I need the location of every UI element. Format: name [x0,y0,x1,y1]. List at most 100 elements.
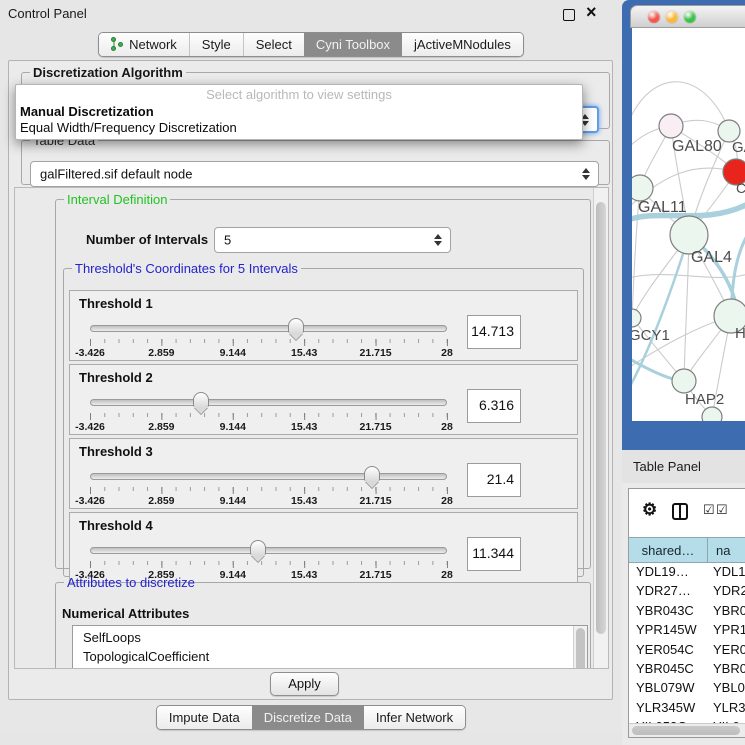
slider-thumb[interactable] [288,318,304,333]
tab-discretize-data[interactable]: Discretize Data [252,706,364,729]
popup-option-manual-discretization[interactable]: Manual Discretization [20,104,154,119]
tab-network[interactable]: Network [99,33,189,56]
cell-shared-name: YBR043C [636,603,694,618]
threshold-label: Threshold 2 [79,370,153,385]
combo-arrows-icon [582,168,591,180]
float-window-icon[interactable] [563,9,575,21]
tick-label: 2.859 [148,495,174,507]
threshold-value-field[interactable]: 21.4 [467,463,521,497]
number-of-intervals-combobox[interactable]: 5 [214,227,451,253]
numerical-attributes-label: Numerical Attributes [62,606,189,621]
close-icon[interactable]: × [586,2,597,23]
threshold-panel-4: Threshold 4-3.4262.8599.14415.4321.71528… [69,512,578,583]
tab-jactivemnodules[interactable]: jActiveMNodules [402,33,523,56]
tab-select[interactable]: Select [243,33,304,56]
tab-label: Network [129,37,177,52]
attribute-item[interactable]: BetweennessCentrality [83,666,587,669]
gear-icon[interactable]: ⚙ [642,500,657,520]
slider-track[interactable] [90,325,447,332]
slider-ticks-major [90,487,448,494]
table-row[interactable]: YDR27…YDR2 [629,582,745,601]
threshold-slider[interactable]: -3.4262.8599.14415.4321.71528 [90,317,447,359]
slider-track[interactable] [90,547,447,554]
network-node[interactable] [632,175,653,201]
network-node-label: GAL80 [672,138,722,155]
network-icon [111,37,124,52]
settings-scrollpane: Interval Definition Number of Intervals … [14,187,609,669]
slider-track[interactable] [90,473,447,480]
number-of-intervals-value: 5 [224,233,231,248]
tab-infer-network[interactable]: Infer Network [364,706,465,729]
list-scrollbar-thumb[interactable] [576,628,585,669]
slider-ticks-major [90,413,448,420]
tab-label: Select [256,37,292,52]
apply-button[interactable]: Apply [270,672,339,696]
popup-placeholder: Select algorithm to view settings [16,87,582,102]
attribute-item[interactable]: TopologicalCoefficient [83,648,587,667]
tick-label: 2.859 [148,347,174,359]
table-row[interactable]: YBL079WYBL0 [629,679,745,698]
slider-thumb[interactable] [193,392,209,407]
table-row[interactable]: YER054CYER0 [629,641,745,660]
table-toolbar: ⚙ ☑ ☑ [629,489,745,537]
network-node[interactable] [632,309,641,327]
table-row[interactable]: YBR043CYBR0 [629,602,745,621]
threshold-slider[interactable]: -3.4262.8599.14415.4321.71528 [90,465,447,507]
attribute-listbox[interactable]: SelfLoopsTopologicalCoefficientBetweenne… [72,625,588,669]
network-window-titlebar [630,5,745,28]
table-data-combobox[interactable]: galFiltered.sif default node [30,161,599,187]
column-header-name[interactable]: na [708,537,745,563]
threshold-value-field[interactable]: 11.344 [467,537,521,571]
network-node-label: GCY1 [632,327,670,344]
network-view-window[interactable]: GAL80GACGAL11GAL4GCY1HHAP2 [622,0,745,450]
panel-scrollbar-thumb[interactable] [596,202,606,634]
tab-cyni-toolbox[interactable]: Cyni Toolbox [304,33,402,56]
tab-label: Style [202,37,231,52]
table-row[interactable]: YLR345WYLR3 [629,699,745,718]
network-node-label: C [736,180,745,196]
mac-minimize-button[interactable] [666,11,678,23]
panel-scrollbar[interactable] [593,188,608,668]
popup-option-equal-width-frequency[interactable]: Equal Width/Frequency Discretization [20,120,237,135]
node-table: ⚙ ☑ ☑ shared… na YDL19…YDL1YDR27…YDR2YBR… [628,488,745,738]
tick-label: 28 [441,421,453,433]
checkbox-icon[interactable]: ☑ [716,502,728,518]
attribute-item[interactable]: SelfLoops [83,629,587,648]
threshold-value-field[interactable]: 14.713 [467,315,521,349]
network-node[interactable] [672,369,696,393]
mac-zoom-button[interactable] [684,11,696,23]
table-rows: YDL19…YDL1YDR27…YDR2YBR043CYBR0YPR145WYP… [629,563,745,723]
number-of-intervals-label: Number of Intervals [86,232,208,247]
threshold-slider[interactable]: -3.4262.8599.14415.4321.71528 [90,391,447,433]
tick-label: -3.426 [75,421,105,433]
network-node[interactable] [702,407,722,421]
tick-label: 15.43 [291,347,317,359]
list-scrollbar[interactable] [573,626,587,669]
cell-shared-name: YDR27… [636,583,691,598]
network-node[interactable] [659,114,683,138]
table-row[interactable]: YDL19…YDL1 [629,563,745,582]
control-panel-titlebar: Control Panel × [0,0,622,29]
slider-tick-labels: -3.4262.8599.14415.4321.71528 [90,495,447,507]
slider-thumb[interactable] [364,466,380,481]
right-column: GAL80GACGAL11GAL4GCY1HHAP2 Table Panel ⚙… [622,0,745,745]
threshold-value-field[interactable]: 6.316 [467,389,521,423]
table-hscrollbar[interactable] [629,723,745,737]
tick-label: 15.43 [291,421,317,433]
table-row[interactable]: YPR145WYPR1 [629,621,745,640]
slider-tick-labels: -3.4262.8599.14415.4321.71528 [90,347,447,359]
table-row[interactable]: YBR045CYBR0 [629,660,745,679]
column-header-shared-name[interactable]: shared… [629,537,708,563]
tab-style[interactable]: Style [189,33,243,56]
slider-track[interactable] [90,399,447,406]
cell-shared-name: YDL19… [636,564,689,579]
network-canvas[interactable]: GAL80GACGAL11GAL4GCY1HHAP2 [632,28,745,421]
columns-icon[interactable] [672,503,688,520]
tab-impute-data[interactable]: Impute Data [157,706,252,729]
table-hscrollbar-thumb[interactable] [632,726,740,735]
mac-close-button[interactable] [648,11,660,23]
cell-name: YLR3 [713,700,745,715]
slider-thumb[interactable] [250,540,266,555]
checkbox-icon[interactable]: ☑ [703,502,715,518]
bottom-strip [0,732,622,745]
